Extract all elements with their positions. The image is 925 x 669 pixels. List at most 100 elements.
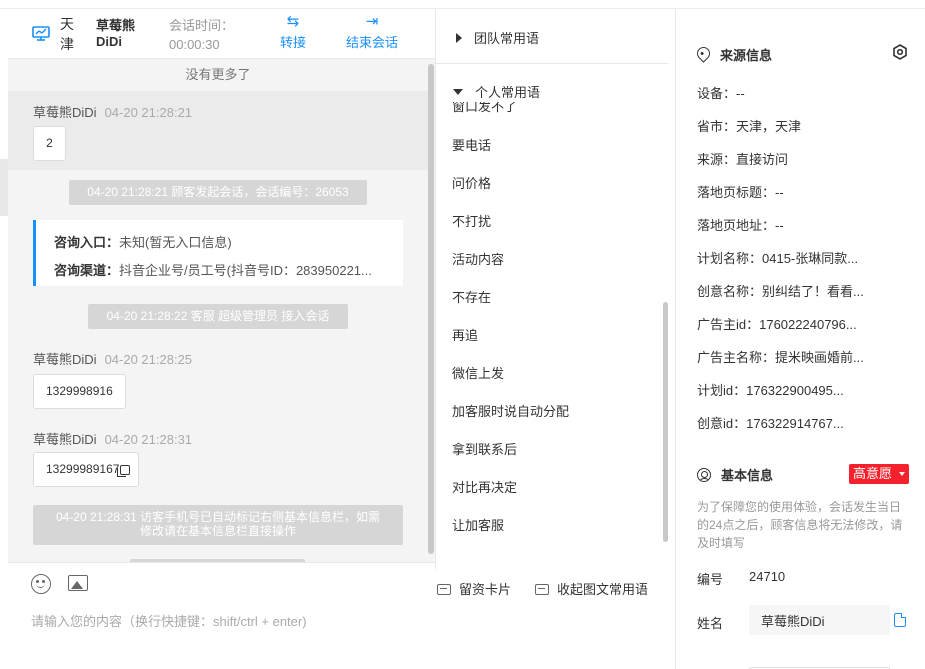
phrase-item[interactable]: 问价格 [452,173,491,192]
card-icon [437,584,451,595]
source-section-title: 来源信息 [694,44,773,64]
transfer-label: 转接 [279,35,306,50]
system-message: 04-20 21:28:21 顾客发起会话，会话编号：26053 [69,180,367,205]
team-phrases-label: 团队常用语 [474,31,540,46]
copy-icon[interactable] [117,464,131,477]
message-meta: 草莓熊DiDi 04-20 21:28:25 [33,349,192,368]
lead-card-button[interactable]: 留资卡片 [437,579,511,598]
system-message: 04-20 21:28:31 访客手机号已自动标记右侧基本信息栏，如需 修改请在… [33,505,403,545]
left-edge-strip [0,159,8,216]
settings-icon[interactable] [892,44,908,60]
consult-channel-value: 抖音企业号/员工号(抖音号ID：283950221... [119,263,372,278]
id-value: 24710 [749,569,786,584]
document-icon[interactable] [894,613,906,627]
source-row: 来源：直接访问 [697,152,789,167]
session-time-label: 会话时间： [169,18,235,33]
phrase-item[interactable]: 微信上发 [452,363,504,382]
system-message: 04-20 21:28:22 客服 超级管理员 接入会话 [88,304,348,329]
source-title-text: 来源信息 [720,48,773,63]
customer-info-panel: 来源信息 设备：-- 省市：天津，天津 来源：直接访问 落地页标题：-- 落地页… [675,9,925,669]
caret-right-icon [456,33,462,43]
phrase-item[interactable]: 不存在 [452,287,491,306]
message-bubble[interactable]: 1329998916 [33,374,126,409]
emoji-icon[interactable] [31,574,51,594]
visitor-name: 草莓熊DiDi [96,18,136,49]
no-more-indicator: 没有更多了 [185,67,251,82]
collapse-phrases-label: 收起图文常用语 [557,582,649,597]
message-time: 04-20 21:28:21 [104,105,193,120]
message-time: 04-20 21:28:31 [104,432,193,447]
phrase-item[interactable]: 拿到联系后 [452,439,517,458]
consult-entry-value: 未知(暂无入口信息) [119,235,232,250]
phrases-scrollbar[interactable] [663,302,668,542]
chat-panel: 天津 草莓熊DiDi 会话时间： 00:00:30 ⇆ 转接 ⇥ 结束会话 没有… [8,9,648,669]
transfer-icon: ⇆ [286,13,300,30]
source-row: 广告主id：176022240796... [697,317,857,332]
message-scrollbar[interactable] [428,64,434,554]
message-time: 04-20 21:28:25 [104,352,193,367]
phrase-item[interactable]: 不打扰 [452,211,491,230]
id-label: 编号 [697,572,724,587]
basic-section-title: 基本信息 [697,465,773,484]
source-row: 落地页标题：-- [697,185,784,200]
message-input[interactable] [31,611,421,661]
intent-level-dropdown[interactable]: 高意愿 [849,464,909,484]
card-icon [535,584,549,595]
phrase-item[interactable]: 要电话 [452,135,491,154]
chat-header: 天津 草莓熊DiDi 会话时间： 00:00:30 ⇆ 转接 ⇥ 结束会话 [8,9,435,59]
input-area: 留资卡片 收起图文常用语 [8,562,648,669]
source-row: 省市：天津，天津 [697,119,802,134]
phrases-panel: 团队常用语 窗口发不了 要电话 问价格 不打扰 活动内容 不存在 再追 微信上发… [435,9,675,569]
message-meta: 草莓熊DiDi 04-20 21:28:21 [33,102,192,121]
source-row: 计划名称：0415-张琳同款... [697,251,859,266]
basic-title-text: 基本信息 [721,468,774,483]
phrase-item[interactable]: 对比再决定 [452,477,517,496]
sender-name: 草莓熊DiDi [33,432,97,447]
end-session-button[interactable]: ⇥ 结束会话 [342,14,402,51]
personal-phrases-label: 个人常用语 [475,85,541,100]
edit-notice: 为了保障您的使用体验，会话发生当日的24点之后，顾客信息将无法修改，请及时填写 [697,500,903,550]
exit-icon: ⇥ [365,13,379,30]
image-icon[interactable] [68,575,88,591]
team-phrases-toggle[interactable]: 团队常用语 [436,28,668,64]
message-bubble[interactable]: 13299989167 [33,452,140,487]
message-list[interactable]: 没有更多了 草莓熊DiDi 04-20 21:28:21 2 04-20 21:2… [8,59,435,562]
consult-channel-label: 咨询渠道： [54,263,120,278]
system-message-line: 04-20 21:28:31 访客手机号已自动标记右侧基本信息栏，如需 [55,510,381,524]
source-row: 落地页地址：-- [697,218,784,233]
phrase-list: 窗口发不了 要电话 问价格 不打扰 活动内容 不存在 再追 微信上发 加客服时说… [436,95,668,569]
source-row: 广告主名称：提米映画婚前... [697,350,864,365]
monitor-icon [32,26,50,41]
user-icon [697,468,711,482]
lead-card-label: 留资卡片 [459,582,512,597]
consult-channel-row: 咨询渠道：抖音企业号/员工号(抖音号ID：283950221... [54,260,399,279]
location-pin-icon [694,44,713,63]
visitor-city: 天津 [60,16,74,52]
collapse-phrases-button[interactable]: 收起图文常用语 [535,579,648,598]
source-row: 创意名称：别纠结了！看看... [697,284,864,299]
name-label: 姓名 [697,616,724,631]
end-session-label: 结束会话 [345,35,398,50]
caret-down-icon [453,89,463,95]
consult-entry-label: 咨询入口： [54,235,120,250]
sender-name: 草莓熊DiDi [33,352,97,367]
top-strip [0,0,925,9]
phrase-item[interactable]: 让加客服 [452,515,504,534]
sender-name: 草莓熊DiDi [33,105,97,120]
source-row: 设备：-- [697,86,745,101]
phrase-item[interactable]: 活动内容 [452,249,504,268]
phrase-item[interactable]: 加客服时说自动分配 [452,401,569,420]
message-text: 13299989167 [46,462,120,476]
session-time-value: 00:00:30 [169,37,220,52]
transfer-button[interactable]: ⇆ 转接 [276,14,310,51]
message-bubble[interactable]: 2 [33,126,66,161]
source-row: 计划id：176322900495... [697,383,844,398]
name-field[interactable] [749,605,890,635]
personal-phrases-toggle[interactable]: 个人常用语 [436,82,668,102]
consult-entry-row: 咨询入口：未知(暂无入口信息) [54,232,399,251]
source-row: 创意id：176322914767... [697,416,844,431]
system-message-line: 修改请在基本信息栏直接操作 [139,524,296,538]
phrase-item[interactable]: 再追 [452,325,478,344]
message-meta: 草莓熊DiDi 04-20 21:28:31 [33,429,192,448]
consult-info-card: 咨询入口：未知(暂无入口信息) 咨询渠道：抖音企业号/员工号(抖音号ID：283… [33,220,403,286]
